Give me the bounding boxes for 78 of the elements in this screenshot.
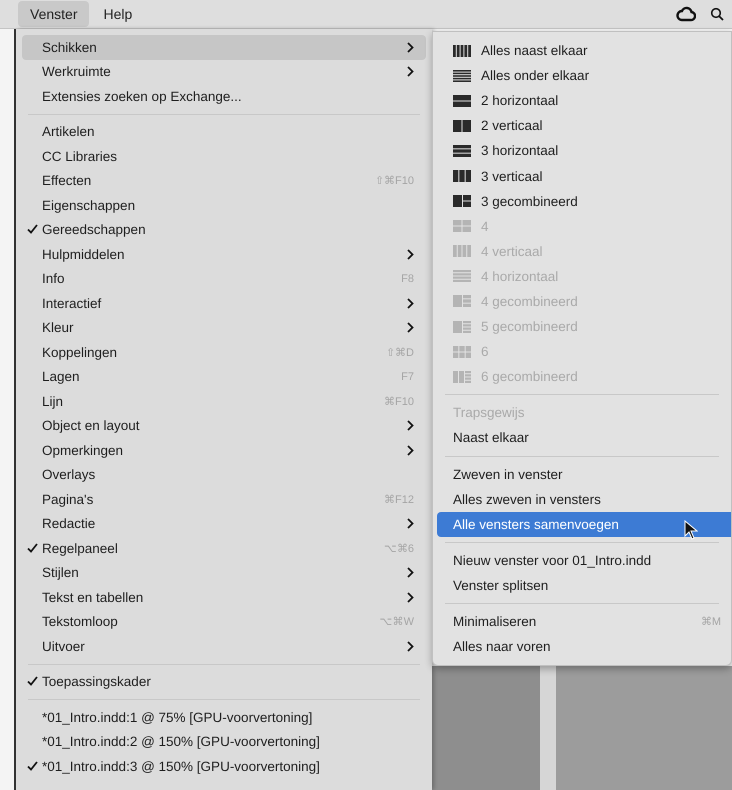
- chevron-right-icon: [407, 420, 414, 432]
- chevron-right-icon: [407, 592, 414, 603]
- chevron-right-icon: [407, 248, 414, 260]
- menu-item[interactable]: Stijlen: [22, 560, 426, 585]
- window-layout-icon: [453, 346, 471, 358]
- menu-item[interactable]: *01_Intro.indd:3 @ 150% [GPU-voorvertoning]: [22, 754, 426, 778]
- menu-item[interactable]: Uitvoer: [22, 634, 426, 658]
- chevron-right-icon: [407, 42, 414, 53]
- menu-item[interactable]: Gereedschappen: [22, 218, 426, 242]
- menu-item[interactable]: Interactief: [22, 291, 426, 316]
- submenu-item[interactable]: Venster splitsen: [437, 572, 731, 598]
- menu-item[interactable]: Pagina's ⌘F12: [22, 487, 426, 512]
- menu-item[interactable]: Schikken: [22, 35, 426, 60]
- submenu-item[interactable]: Minimaliseren ⌘M: [437, 608, 731, 634]
- submenu-item[interactable]: 2 horizontaal: [437, 88, 731, 114]
- window-layout-icon: [453, 370, 471, 383]
- window-layout-icon: [453, 44, 471, 57]
- menu-item[interactable]: *01_Intro.indd:1 @ 75% [GPU-voorvertoning]: [22, 705, 426, 730]
- search-icon[interactable]: [710, 7, 724, 21]
- menu-item[interactable]: Lijn ⌘F10: [22, 389, 426, 414]
- window-layout-icon: [453, 170, 471, 182]
- submenu-item[interactable]: Naast elkaar: [437, 425, 731, 450]
- submenu-item[interactable]: Nieuw venster voor 01_Intro.indd: [437, 548, 731, 573]
- window-layout-icon: [453, 320, 471, 333]
- menu-item[interactable]: Regelpaneel ⌥⌘6: [22, 536, 426, 560]
- chevron-right-icon: [407, 66, 414, 78]
- submenu-item[interactable]: 3 horizontaal: [437, 138, 731, 164]
- window-layout-icon: [453, 70, 471, 82]
- menu-item[interactable]: Artikelen: [22, 120, 426, 144]
- window-layout-icon: [453, 245, 471, 258]
- submenu-item[interactable]: Alles naar voren: [437, 634, 731, 660]
- window-layout-icon: [453, 270, 471, 282]
- menu-bar-item[interactable]: Venster: [18, 1, 90, 27]
- menu-item[interactable]: Eigenschappen: [22, 193, 426, 218]
- submenu-item[interactable]: Alle vensters samenvoegen: [437, 512, 731, 537]
- menu-item[interactable]: Tekstomloop ⌥⌘W: [22, 610, 426, 634]
- chevron-right-icon: [407, 567, 414, 578]
- menu-item[interactable]: Toepassingskader: [22, 670, 426, 694]
- submenu-item[interactable]: Alles zweven in vensters: [437, 486, 731, 512]
- chevron-right-icon: [407, 444, 414, 456]
- menu-item[interactable]: Koppelingen ⇧⌘D: [22, 340, 426, 364]
- mouse-pointer-icon: [684, 520, 698, 540]
- checkmark-icon: [26, 676, 38, 686]
- chevron-right-icon: [407, 298, 414, 309]
- chevron-right-icon: [407, 322, 414, 334]
- submenu-item[interactable]: Zweven in venster: [437, 462, 731, 487]
- submenu-item[interactable]: 2 verticaal: [437, 113, 731, 138]
- window-layout-icon: [453, 195, 471, 208]
- submenu-item[interactable]: 3 gecombineerd: [437, 188, 731, 214]
- menu-item[interactable]: Lagen F7: [22, 364, 426, 389]
- menu-item[interactable]: Kleur: [22, 316, 426, 340]
- checkmark-icon: [26, 542, 38, 553]
- menu-item[interactable]: Werkruimte: [22, 60, 426, 84]
- menu-item[interactable]: Tekst en tabellen: [22, 585, 426, 610]
- menu-bar-item[interactable]: Help: [91, 1, 144, 27]
- menu-item[interactable]: CC Libraries: [22, 144, 426, 168]
- submenu-item[interactable]: 3 verticaal: [437, 163, 731, 189]
- chevron-right-icon: [407, 640, 414, 652]
- menu-item[interactable]: Info F8: [22, 266, 426, 291]
- menu-item[interactable]: Opmerkingen: [22, 438, 426, 462]
- window-layout-icon: [453, 94, 471, 107]
- chevron-right-icon: [407, 518, 414, 530]
- menu-item[interactable]: Extensies zoeken op Exchange...: [22, 84, 426, 108]
- menu-item[interactable]: Hulpmiddelen: [22, 242, 426, 266]
- submenu-item[interactable]: Alles naast elkaar: [437, 38, 731, 64]
- menu-item[interactable]: Redactie: [22, 512, 426, 536]
- window-layout-icon: [453, 144, 471, 157]
- menu-item[interactable]: Effecten ⇧⌘F10: [22, 168, 426, 193]
- window-layout-icon: [453, 295, 471, 308]
- cloud-logo-icon[interactable]: [676, 5, 696, 23]
- checkmark-icon: [26, 760, 38, 771]
- menu-item[interactable]: Overlays: [22, 462, 426, 487]
- menu-item[interactable]: *01_Intro.indd:2 @ 150% [GPU-voorvertoning]: [22, 730, 426, 754]
- checkmark-icon: [26, 224, 38, 234]
- menu-item[interactable]: Object en layout: [22, 414, 426, 438]
- submenu-item[interactable]: Alles onder elkaar: [437, 63, 731, 88]
- window-layout-icon: [453, 220, 471, 232]
- window-layout-icon: [453, 120, 471, 132]
